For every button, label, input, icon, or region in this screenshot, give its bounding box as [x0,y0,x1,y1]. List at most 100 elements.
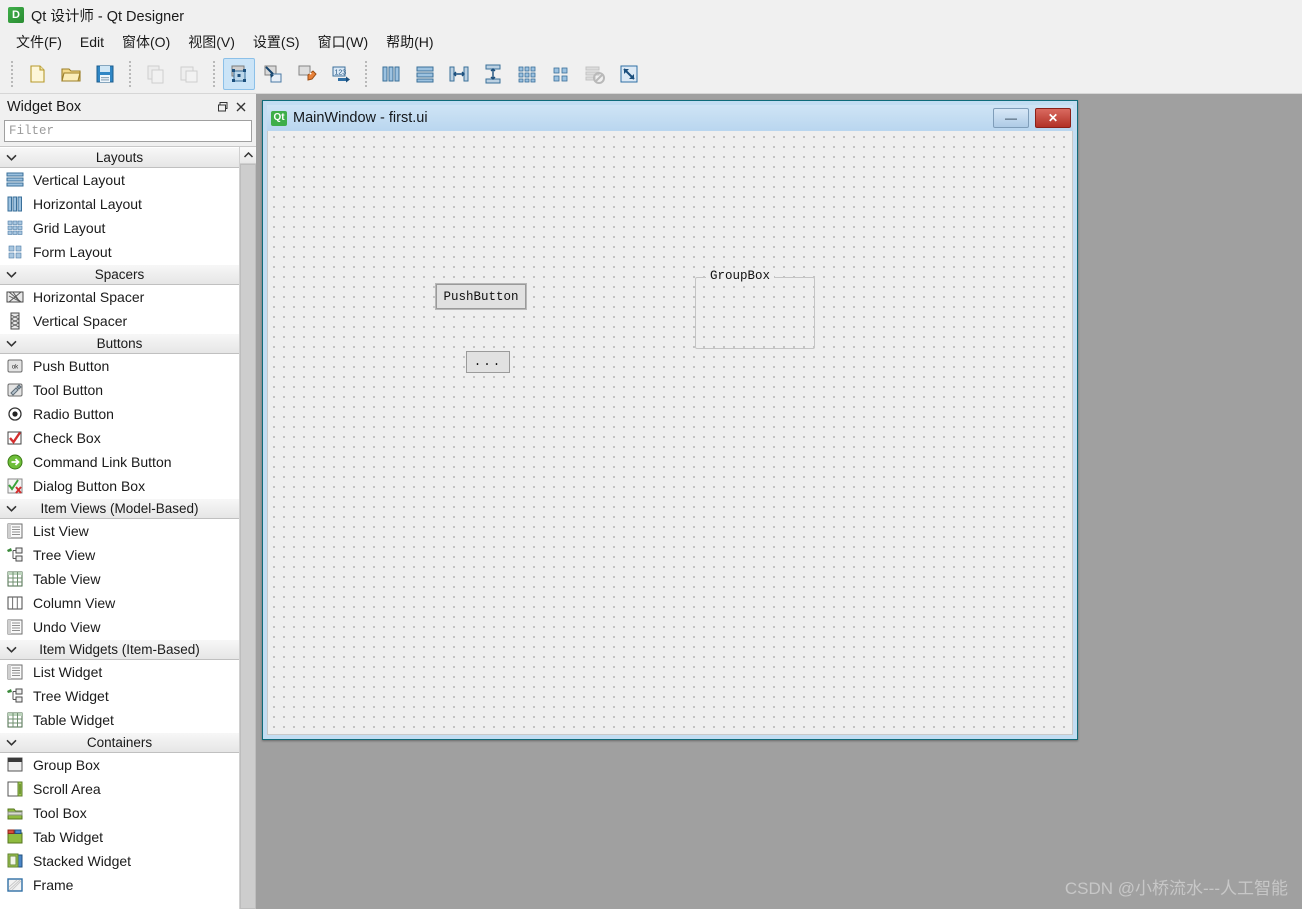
form-window-titlebar[interactable]: Qt MainWindow - first.ui — ✕ [267,105,1073,131]
tree-view-icon [7,547,23,562]
widget-category-header[interactable]: Buttons [0,333,239,354]
widget-list-item-label: Frame [33,877,74,893]
copy-icon[interactable] [139,58,171,90]
main-toolbar: 123 [0,54,1302,94]
chevron-down-icon [0,152,22,164]
layout-splitter-vertical-icon[interactable] [477,58,509,90]
widget-list-item[interactable]: Stacked Widget [0,849,239,873]
minimize-button[interactable]: — [993,108,1029,128]
widget-list-item[interactable]: ok Push Button [0,354,239,378]
form-window-title: MainWindow - first.ui [293,110,428,126]
widget-list-item[interactable]: Tool Box [0,801,239,825]
layout-splitter-horizontal-icon[interactable] [443,58,475,90]
close-icon[interactable] [232,98,250,116]
widget-list-item[interactable]: Horizontal Layout [0,192,239,216]
new-file-icon[interactable] [21,58,53,90]
restore-icon[interactable] [214,98,232,116]
list-widget-icon [7,664,23,680]
edit-signals-slots-icon[interactable] [257,58,289,90]
widget-list-item[interactable]: Column View [0,591,239,615]
widget-list-item[interactable]: Horizontal Spacer [0,285,239,309]
widget-category-header[interactable]: Item Widgets (Item-Based) [0,639,239,660]
widget-list-item-label: Group Box [33,757,100,773]
widget-category-header[interactable]: Spacers [0,264,239,285]
widget-category-header[interactable]: Item Views (Model-Based) [0,498,239,519]
widget-list-item-label: Tool Button [33,382,104,398]
widget-list-item[interactable]: Vertical Layout [0,168,239,192]
widget-list-item[interactable]: Check Box [0,426,239,450]
scrollbar-thumb[interactable] [240,164,256,909]
paste-icon[interactable] [173,58,205,90]
widget-list-item-label: Command Link Button [33,454,172,470]
widget-category-header[interactable]: Layouts [0,147,239,168]
widget-box-scrollbar[interactable] [239,147,256,909]
widget-list-item[interactable]: Radio Button [0,402,239,426]
widget-list-item[interactable]: Undo View [0,615,239,639]
canvas-tool-button[interactable]: ... [466,351,510,373]
layout-horizontal-icon[interactable] [375,58,407,90]
radio-button-icon [8,407,22,421]
layout-form-icon[interactable] [545,58,577,90]
widget-category-label: Item Widgets (Item-Based) [39,642,200,657]
widget-list-item[interactable]: Tab Widget [0,825,239,849]
table-widget-icon [7,712,23,728]
widget-list-item-label: Push Button [33,358,110,374]
toolbar-separator [11,60,13,87]
widget-list-item[interactable]: List Widget [0,660,239,684]
scroll-up-icon[interactable] [240,147,256,164]
widget-category-label: Buttons [96,336,143,351]
menu-window[interactable]: 窗口(W) [309,30,378,54]
layout-grid-icon[interactable] [511,58,543,90]
edit-buddies-icon[interactable] [291,58,323,90]
edit-widgets-icon[interactable] [223,57,255,90]
widget-list-item[interactable]: Vertical Spacer [0,309,239,333]
widget-list-item[interactable]: Scroll Area [0,777,239,801]
widget-list-item-label: Vertical Spacer [33,313,128,329]
widget-list-item[interactable]: List View [0,519,239,543]
mdi-workspace: Qt MainWindow - first.ui — ✕ PushButton.… [256,94,1302,909]
vertical-spacer-icon [10,312,20,330]
adjust-size-icon[interactable] [613,58,645,90]
widget-list-item[interactable]: Form Layout [0,240,239,264]
widget-list-item[interactable]: Grid Layout [0,216,239,240]
layout-vertical-icon[interactable] [409,58,441,90]
break-layout-icon[interactable] [579,58,611,90]
search-input[interactable] [4,120,252,142]
table-view-icon [7,571,23,587]
canvas-push-button[interactable]: PushButton [435,283,527,310]
widget-list-item[interactable]: Frame [0,873,239,897]
widget-list-item[interactable]: Table View [0,567,239,591]
widget-list-item[interactable]: Tree View [0,543,239,567]
widget-list-item-label: Vertical Layout [33,172,125,188]
undo-view-icon [7,619,23,635]
form-layout-icon [8,245,22,259]
widget-list-item[interactable]: Table Widget [0,708,239,732]
widget-list-item[interactable]: Group Box [0,753,239,777]
frame-icon [7,878,23,892]
menu-edit[interactable]: Edit [71,32,113,52]
menu-view[interactable]: 视图(V) [179,30,244,54]
menu-form[interactable]: 窗体(O) [113,30,179,54]
chevron-down-icon [0,503,22,515]
menu-file[interactable]: 文件(F) [7,30,71,54]
menu-help[interactable]: 帮助(H) [377,30,442,54]
menu-settings[interactable]: 设置(S) [244,30,309,54]
open-folder-icon[interactable] [55,58,87,90]
save-icon[interactable] [89,58,121,90]
form-design-canvas[interactable]: PushButton... GroupBox [267,131,1073,735]
edit-tab-order-icon[interactable]: 123 [325,58,357,90]
widget-category-header[interactable]: Containers [0,732,239,753]
widget-list-item-label: Table View [33,571,101,587]
widget-list-item[interactable]: Dialog Button Box [0,474,239,498]
widget-list-item-label: Dialog Button Box [33,478,146,494]
tool-box-icon [7,808,23,820]
scrollbar-track[interactable] [240,164,256,909]
widget-list-item-label: List View [33,523,89,539]
close-button[interactable]: ✕ [1035,108,1071,128]
widget-list-item-label: List Widget [33,664,103,680]
widget-list-item[interactable]: Command Link Button [0,450,239,474]
canvas-group-box[interactable]: GroupBox [695,269,815,349]
widget-list-item[interactable]: Tree Widget [0,684,239,708]
widget-list-item[interactable]: Tool Button [0,378,239,402]
widget-list-item-label: Table Widget [33,712,114,728]
